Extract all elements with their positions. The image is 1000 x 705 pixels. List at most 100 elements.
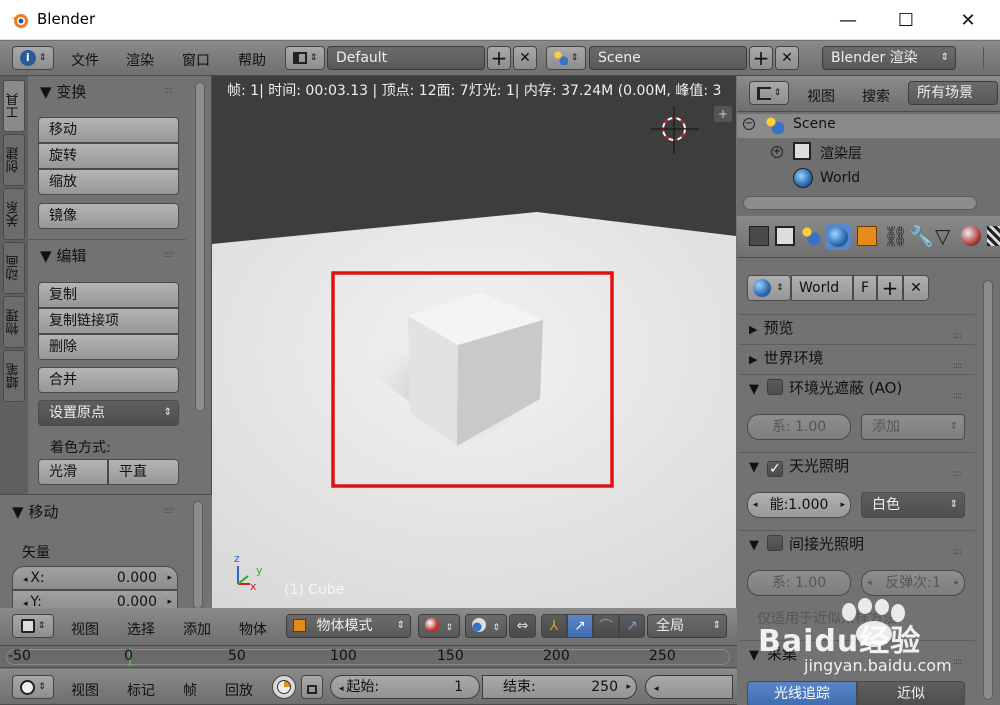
world-tab-icon[interactable] <box>825 224 851 250</box>
collapse-minus-icon[interactable]: − <box>743 118 755 130</box>
drag-handle-icon[interactable]: :::: <box>953 383 969 401</box>
set-origin-select[interactable]: 设置原点 ⇕ <box>38 400 179 426</box>
world-environment-panel-header[interactable]: ▶ 世界环境 :::: <box>739 344 975 372</box>
start-frame-field[interactable]: ◂ 起始: 1 <box>330 675 480 699</box>
menu-select[interactable]: 选择 <box>127 619 155 639</box>
manipulator-translate-icon-button[interactable]: ⅄ <box>541 614 567 638</box>
rotate-button[interactable]: 旋转 <box>38 143 179 169</box>
minimize-button[interactable]: — <box>820 0 876 40</box>
current-frame-field[interactable]: ◂ <box>645 675 733 699</box>
outliner-item-scene[interactable]: Scene <box>793 116 836 132</box>
outliner-display-mode-select[interactable]: 所有场景 <box>908 81 998 105</box>
menu-marker[interactable]: 标记 <box>127 680 155 700</box>
preview-panel-header[interactable]: ▶ 预览 :::: <box>739 314 975 342</box>
outliner-item-world[interactable]: World <box>820 170 860 186</box>
new-world-button[interactable]: + <box>877 275 903 301</box>
manipulator-toggle[interactable]: ⇔ <box>509 614 536 638</box>
pivot-point-select[interactable]: ⇕ <box>465 614 507 638</box>
duplicate-button[interactable]: 复制 <box>38 282 179 308</box>
scene-selector[interactable]: ⇕ <box>546 46 586 70</box>
fake-user-button[interactable]: F <box>853 275 877 301</box>
ao-blend-select[interactable]: 添加 ⇕ <box>861 414 965 440</box>
viewport-properties-toggle[interactable]: + <box>714 106 732 122</box>
menu-file[interactable]: 文件 <box>71 50 99 70</box>
edit-panel-header[interactable]: ▼ 编辑 <box>40 245 86 266</box>
tab-create[interactable]: 创建 <box>3 134 25 186</box>
maximize-button[interactable]: ☐ <box>878 0 934 40</box>
timeline-ruler[interactable]: -50 0 50 100 150 200 250 <box>0 646 737 668</box>
material-tab-icon[interactable] <box>961 226 981 246</box>
indirect-factor-field[interactable]: 系: 1.00 <box>747 570 851 596</box>
add-scene-button[interactable]: + <box>749 46 773 70</box>
data-tab-icon[interactable]: ▽ <box>935 224 950 248</box>
tool-shelf-scrollbar[interactable] <box>195 82 205 412</box>
world-browse-button[interactable]: ⇕ <box>747 275 791 301</box>
transform-orientation-select[interactable]: 全局 ⇕ <box>647 614 727 638</box>
drag-handle-icon[interactable]: :::: <box>164 86 180 96</box>
3d-viewport[interactable]: 帧: 1| 时间: 00:03.13 | 顶点: 12面: 7灯光: 1| 内存… <box>212 76 736 608</box>
mirror-button[interactable]: 镜像 <box>38 203 179 229</box>
drag-handle-icon[interactable]: :::: <box>164 506 180 516</box>
menu-object[interactable]: 物体 <box>239 619 267 639</box>
scene-tab-icon[interactable] <box>801 226 821 246</box>
outliner-item-render-layers[interactable]: 渲染层 <box>820 143 862 163</box>
editor-type-3d-button[interactable]: ⇕ <box>12 614 54 638</box>
environment-lighting-checkbox[interactable]: ✓ <box>767 461 783 477</box>
interaction-mode-select[interactable]: 物体模式 ⇕ <box>286 614 411 638</box>
menu-add[interactable]: 添加 <box>183 619 211 639</box>
editor-type-outliner-button[interactable]: ⇕ <box>749 81 789 105</box>
tab-grease-pencil[interactable]: 蜡笔 <box>3 350 25 402</box>
manipulator-scale-button[interactable]: ↗ <box>619 614 645 638</box>
menu-view[interactable]: 视图 <box>71 619 99 639</box>
modifiers-tab-icon[interactable]: 🔧 <box>909 224 934 248</box>
render-tab-icon[interactable] <box>749 226 769 246</box>
menu-frame[interactable]: 帧 <box>183 680 197 700</box>
remove-scene-button[interactable]: ✕ <box>775 46 799 70</box>
drag-handle-icon[interactable]: :::: <box>953 323 969 341</box>
manipulator-rotate-button[interactable]: ⌒ <box>593 614 619 638</box>
drag-handle-icon[interactable]: :::: <box>953 461 969 479</box>
translate-button[interactable]: 移动 <box>38 117 179 143</box>
area-split-corner[interactable] <box>983 47 997 69</box>
object-tab-icon[interactable] <box>857 226 877 246</box>
ambient-occlusion-checkbox[interactable] <box>767 379 783 395</box>
join-button[interactable]: 合并 <box>38 367 179 393</box>
constraints-tab-icon[interactable]: ⛓ <box>883 224 908 248</box>
indirect-lighting-checkbox[interactable] <box>767 535 783 551</box>
tab-relations[interactable]: 关系 <box>3 188 25 240</box>
indirect-lighting-panel-header[interactable]: ▼ 间接光照明 :::: <box>739 530 975 558</box>
editor-type-timeline-button[interactable]: ⇕ <box>12 675 54 699</box>
menu-help[interactable]: 帮助 <box>238 50 266 70</box>
lock-button[interactable] <box>301 675 323 699</box>
drag-handle-icon[interactable]: :::: <box>953 353 969 371</box>
screen-layout-selector[interactable]: ⇕ <box>285 46 325 70</box>
properties-scrollbar[interactable] <box>983 280 993 700</box>
menu-search[interactable]: 搜索 <box>862 86 890 106</box>
timeline-scroll-track[interactable] <box>6 649 730 665</box>
duplicate-linked-button[interactable]: 复制链接项 <box>38 308 179 334</box>
end-frame-field[interactable]: 结束: 250 ▸ <box>482 675 637 699</box>
texture-tab-icon[interactable] <box>987 226 1000 246</box>
environment-lighting-panel-header[interactable]: ▼ ✓ 天光照明 :::: <box>739 452 975 480</box>
auto-keying-button[interactable] <box>272 675 296 699</box>
outliner-h-scrollbar[interactable] <box>743 196 977 210</box>
shade-smooth-button[interactable]: 光滑 <box>38 459 108 485</box>
transform-panel-header[interactable]: ▼ 变换 <box>40 81 86 102</box>
env-energy-field[interactable]: ◂ 能:1.000 ▸ <box>747 492 851 518</box>
render-engine-select[interactable]: Blender 渲染 ⇕ <box>822 46 956 70</box>
add-layout-button[interactable]: + <box>487 46 511 70</box>
unlink-world-button[interactable]: ✕ <box>903 275 929 301</box>
vector-x-field[interactable]: ◂ X: 0.000 ▸ <box>12 566 178 590</box>
operator-panel-header[interactable]: ▼ 移动 <box>12 501 58 522</box>
render-layers-tab-icon[interactable] <box>775 226 795 246</box>
menu-window[interactable]: 窗口 <box>182 50 210 70</box>
tab-animation[interactable]: 动画 <box>3 242 25 294</box>
tab-tools[interactable]: 工具 <box>3 80 25 132</box>
editor-type-info-button[interactable]: i ⇕ <box>12 46 54 70</box>
shade-flat-button[interactable]: 平直 <box>108 459 179 485</box>
scene-field[interactable]: Scene <box>589 46 747 70</box>
world-name-field[interactable]: World <box>791 275 853 301</box>
menu-playback[interactable]: 回放 <box>225 680 253 700</box>
scale-button[interactable]: 缩放 <box>38 169 179 195</box>
menu-render[interactable]: 渲染 <box>126 50 154 70</box>
